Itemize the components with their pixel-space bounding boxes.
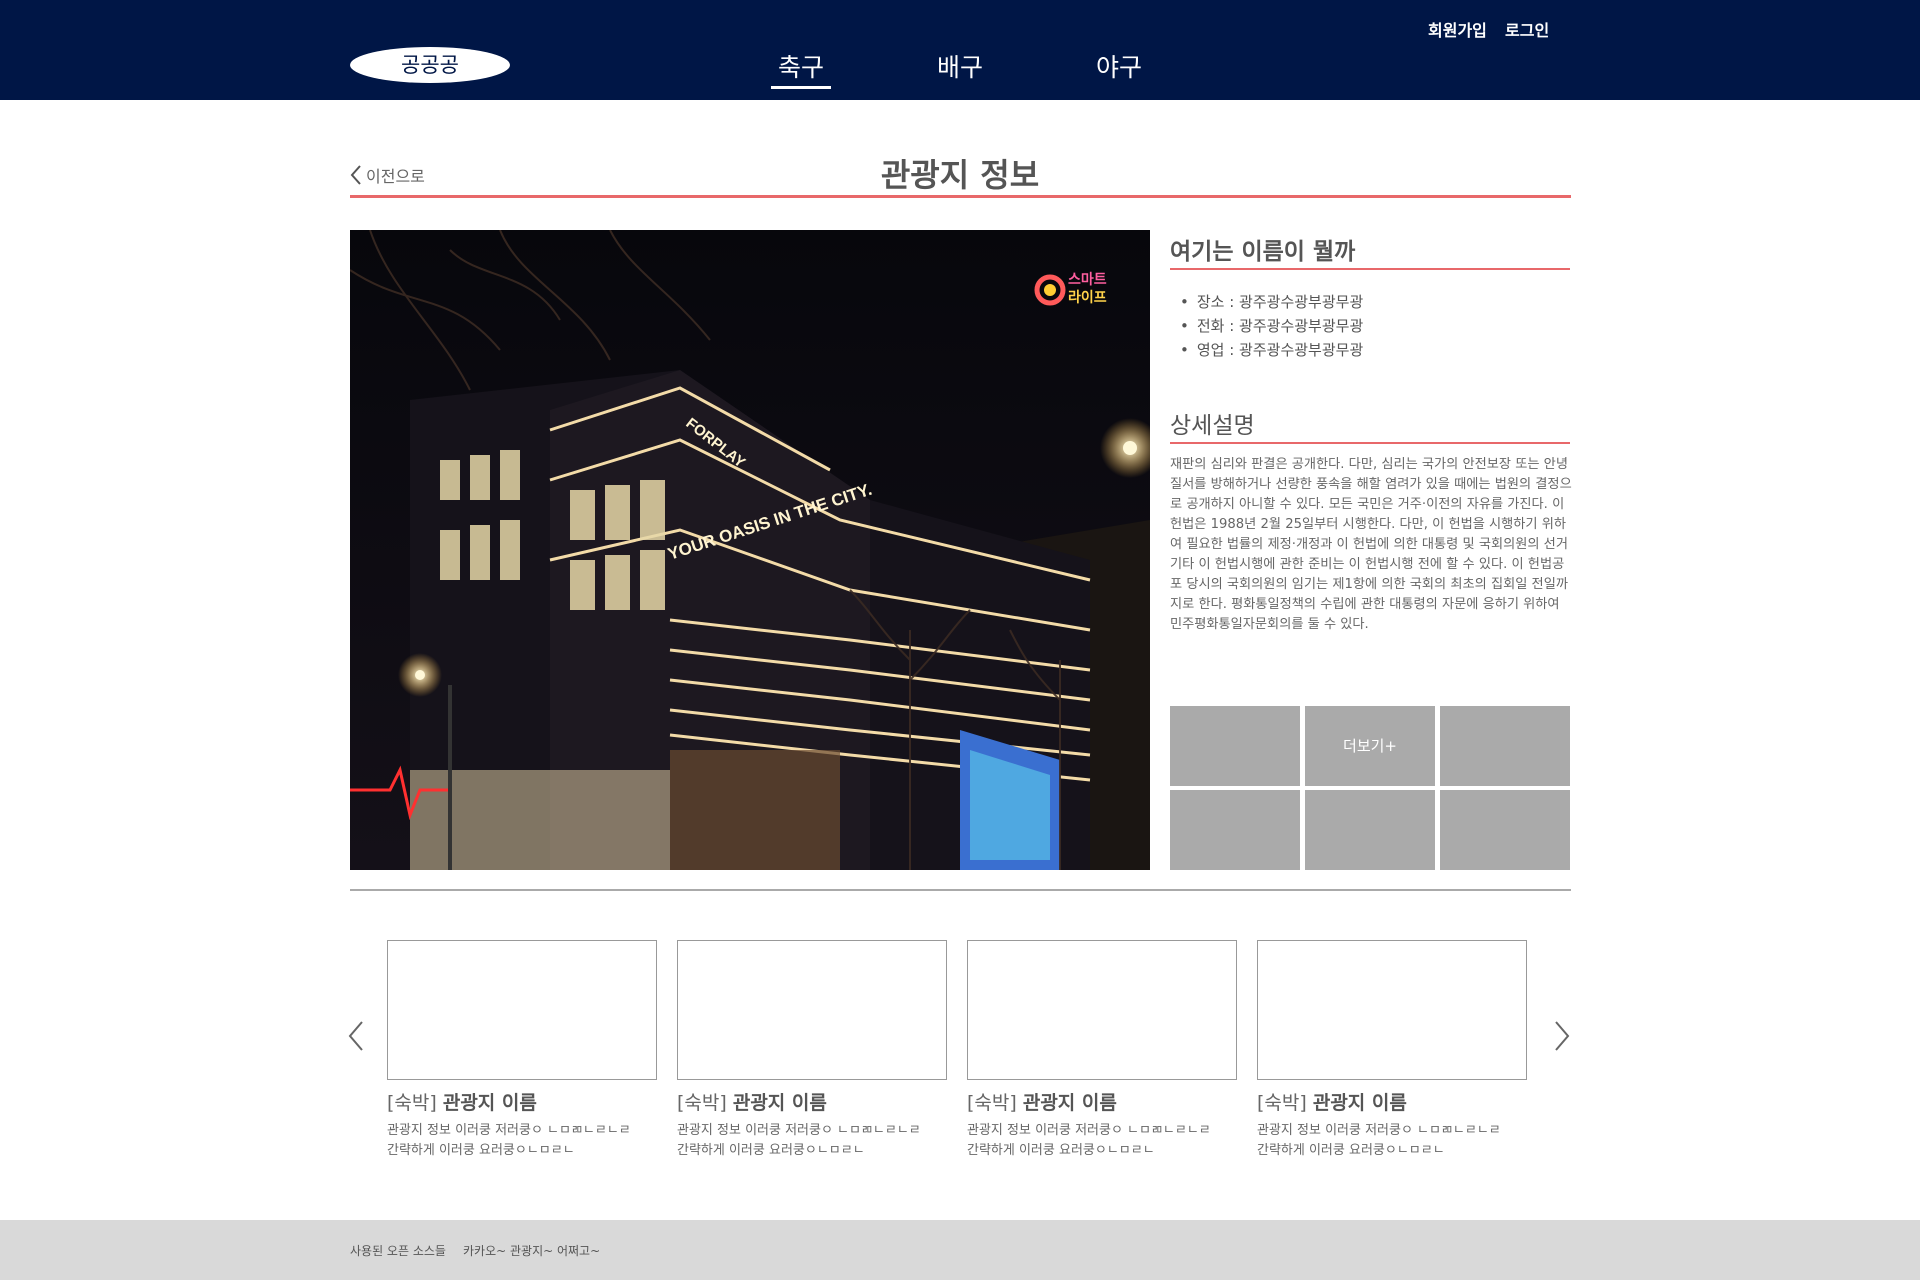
chevron-right-icon — [1555, 1021, 1570, 1051]
card-image[interactable] — [967, 940, 1237, 1080]
carousel-next-button[interactable] — [1553, 1020, 1571, 1056]
card-tag: [숙박] — [677, 1092, 727, 1114]
card-tag: [숙박] — [1257, 1092, 1307, 1114]
title-divider — [350, 195, 1571, 198]
more-photos-button[interactable]: 더보기+ — [1305, 706, 1435, 786]
card-name: 관광지 이름 — [442, 1092, 537, 1114]
card-name: 관광지 이름 — [732, 1092, 827, 1114]
gallery-thumb-6[interactable] — [1440, 790, 1570, 870]
carousel-prev-button[interactable] — [347, 1020, 365, 1056]
main-photo: YOUR OASIS IN THE CITY. FORPLAY 스마트 라이프 — [350, 230, 1150, 870]
place-details-list: 장소 : 광주광수광부광무광 전화 : 광주광수광부광무광 영업 : 광주광수광… — [1180, 290, 1363, 362]
page-title: 관광지 정보 — [880, 156, 1040, 194]
attraction-card[interactable]: [숙박] 관광지 이름 관광지 정보 이러쿵 저러쿵ㅇ ㄴㅁㄻㄴㄹㄴㄹ 간략하게 … — [1257, 940, 1527, 1161]
card-summary-line2: 간략하게 이러쿵 요러쿵ㅇㄴㅁㄹㄴ — [967, 1143, 1155, 1158]
card-title: [숙박] 관광지 이름 — [387, 1088, 657, 1115]
site-footer: 사용된 오픈 소스들 카카오~ 관광지~ 어쩌고~ — [0, 1220, 1920, 1280]
attraction-card[interactable]: [숙박] 관광지 이름 관광지 정보 이러쿵 저러쿵ㅇ ㄴㅁㄻㄴㄹㄴㄹ 간략하게 … — [967, 940, 1237, 1161]
description-divider — [1170, 442, 1570, 444]
card-image[interactable] — [677, 940, 947, 1080]
place-name-divider — [1170, 268, 1570, 270]
card-summary-line1: 관광지 정보 이러쿵 저러쿵ㅇ ㄴㅁㄻㄴㄹㄴㄹ — [677, 1123, 921, 1138]
card-name: 관광지 이름 — [1312, 1092, 1407, 1114]
card-title: [숙박] 관광지 이름 — [967, 1088, 1237, 1115]
card-summary: 관광지 정보 이러쿵 저러쿵ㅇ ㄴㅁㄻㄴㄹㄴㄹ 간략하게 이러쿵 요러쿵ㅇㄴㅁㄹㄴ — [387, 1121, 657, 1161]
place-name: 여기는 이름이 뭘까 — [1170, 239, 1356, 265]
card-summary-line2: 간략하게 이러쿵 요러쿵ㅇㄴㅁㄹㄴ — [387, 1143, 575, 1158]
gallery-thumb-1[interactable] — [1170, 706, 1300, 786]
description-heading: 상세설명 — [1170, 413, 1255, 439]
card-summary: 관광지 정보 이러쿵 저러쿵ㅇ ㄴㅁㄻㄴㄹㄴㄹ 간략하게 이러쿵 요러쿵ㅇㄴㅁㄹㄴ — [967, 1121, 1237, 1161]
card-summary-line1: 관광지 정보 이러쿵 저러쿵ㅇ ㄴㅁㄻㄴㄹㄴㄹ — [387, 1123, 631, 1138]
nav-tab-soccer[interactable]: 축구 — [756, 48, 846, 89]
detail-phone: 전화 : 광주광수광부광무광 — [1180, 314, 1363, 338]
nav-tab-volleyball[interactable]: 배구 — [915, 48, 1005, 84]
top-header: 공공공 축구 배구 야구 회원가입 로그인 — [0, 0, 1920, 100]
footer-credits: 카카오~ 관광지~ 어쩌고~ — [463, 1244, 601, 1258]
login-link[interactable]: 로그인 — [1505, 17, 1549, 41]
badge-line2: 라이프 — [1068, 289, 1107, 306]
card-title: [숙박] 관광지 이름 — [1257, 1088, 1527, 1115]
card-image[interactable] — [387, 940, 657, 1080]
detail-address: 장소 : 광주광수광부광무광 — [1180, 290, 1363, 314]
chevron-left-icon — [348, 1021, 363, 1051]
card-title: [숙박] 관광지 이름 — [677, 1088, 947, 1115]
description-text: 재판의 심리와 판결은 공개한다. 다만, 심리는 국가의 안전보장 또는 안녕… — [1170, 457, 1572, 632]
gallery-thumb-4[interactable] — [1170, 790, 1300, 870]
nav-tab-baseball[interactable]: 야구 — [1074, 48, 1164, 84]
card-summary-line1: 관광지 정보 이러쿵 저러쿵ㅇ ㄴㅁㄻㄴㄹㄴㄹ — [967, 1123, 1211, 1138]
card-summary-line2: 간략하게 이러쿵 요러쿵ㅇㄴㅁㄹㄴ — [677, 1143, 865, 1158]
card-name: 관광지 이름 — [1022, 1092, 1117, 1114]
section-divider — [350, 889, 1571, 891]
card-image[interactable] — [1257, 940, 1527, 1080]
card-tag: [숙박] — [967, 1092, 1017, 1114]
gallery-thumb-5[interactable] — [1305, 790, 1435, 870]
card-summary-line1: 관광지 정보 이러쿵 저러쿵ㅇ ㄴㅁㄻㄴㄹㄴㄹ — [1257, 1123, 1501, 1138]
attraction-card[interactable]: [숙박] 관광지 이름 관광지 정보 이러쿵 저러쿵ㅇ ㄴㅁㄻㄴㄹㄴㄹ 간략하게 … — [387, 940, 657, 1161]
card-summary: 관광지 정보 이러쿵 저러쿵ㅇ ㄴㅁㄻㄴㄹㄴㄹ 간략하게 이러쿵 요러쿵ㅇㄴㅁㄹㄴ — [1257, 1121, 1527, 1161]
card-tag: [숙박] — [387, 1092, 437, 1114]
badge-line1: 스마트 — [1068, 272, 1107, 288]
signup-link[interactable]: 회원가입 — [1428, 17, 1487, 41]
card-summary-line2: 간략하게 이러쿵 요러쿵ㅇㄴㅁㄹㄴ — [1257, 1143, 1445, 1158]
site-logo[interactable]: 공공공 — [350, 47, 510, 83]
building-night-photo: YOUR OASIS IN THE CITY. FORPLAY 스마트 라이프 — [350, 230, 1150, 870]
footer-open-source[interactable]: 사용된 오픈 소스들 — [350, 1242, 446, 1259]
detail-hours: 영업 : 광주광수광부광무광 — [1180, 338, 1363, 362]
attraction-card[interactable]: [숙박] 관광지 이름 관광지 정보 이러쿵 저러쿵ㅇ ㄴㅁㄻㄴㄹㄴㄹ 간략하게 … — [677, 940, 947, 1161]
gallery-thumb-3[interactable] — [1440, 706, 1570, 786]
card-summary: 관광지 정보 이러쿵 저러쿵ㅇ ㄴㅁㄻㄴㄹㄴㄹ 간략하게 이러쿵 요러쿵ㅇㄴㅁㄹㄴ — [677, 1121, 947, 1161]
